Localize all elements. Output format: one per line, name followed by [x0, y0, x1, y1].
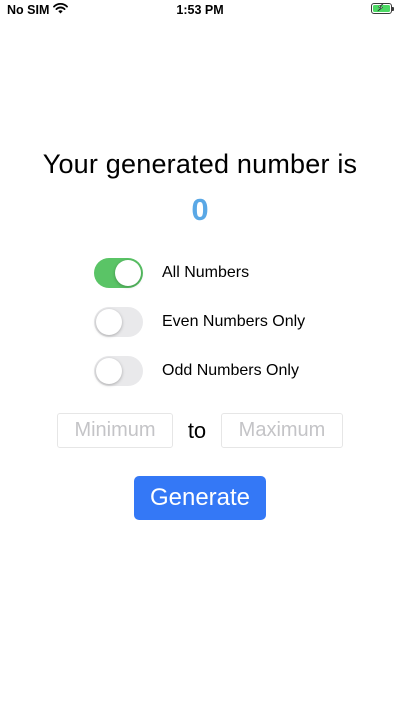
- generate-button[interactable]: Generate: [134, 476, 266, 520]
- even-numbers-label: Even Numbers Only: [162, 312, 306, 330]
- screen: No SIM 1:53 PM ⚡ Your generated number i…: [0, 0, 400, 711]
- battery-charging-icon: ⚡: [371, 3, 394, 14]
- status-time: 1:53 PM: [176, 3, 224, 17]
- range-inputs: Minimum to Maximum: [57, 412, 343, 449]
- switch-knob: [96, 308, 122, 335]
- toggle-row-even-numbers: Even Numbers Only: [94, 306, 305, 337]
- switch-knob: [96, 357, 122, 384]
- toggle-row-odd-numbers: Odd Numbers Only: [94, 355, 299, 386]
- switch-knob: [115, 259, 141, 286]
- status-bar: No SIM 1:53 PM ⚡: [0, 0, 400, 22]
- odd-numbers-label: Odd Numbers Only: [162, 361, 299, 379]
- minimum-input[interactable]: Minimum: [57, 413, 173, 448]
- all-numbers-label: All Numbers: [162, 263, 250, 281]
- generated-number: 0: [191, 192, 209, 227]
- all-numbers-switch[interactable]: [94, 257, 143, 288]
- toggle-row-all-numbers: All Numbers: [94, 257, 249, 288]
- odd-numbers-switch[interactable]: [94, 355, 143, 386]
- maximum-input[interactable]: Maximum: [221, 413, 343, 448]
- even-numbers-switch[interactable]: [94, 306, 143, 337]
- range-separator: to: [187, 417, 207, 443]
- page-title: Your generated number is: [42, 149, 358, 179]
